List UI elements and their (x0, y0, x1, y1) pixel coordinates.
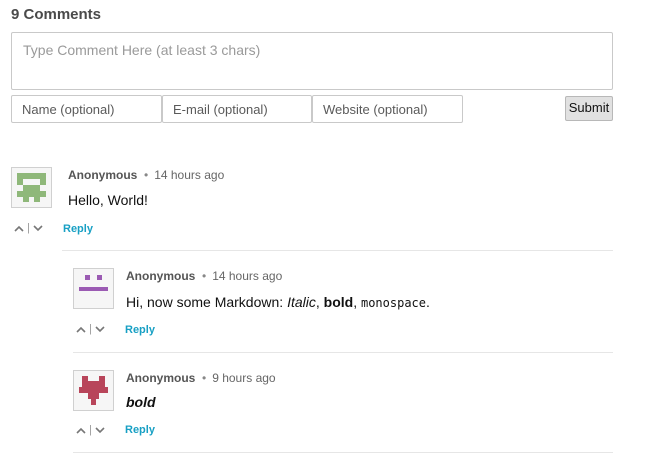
divider (62, 250, 613, 251)
comment-body: Hi, now some Markdown: Italic, bold, mon… (126, 294, 430, 310)
upvote-icon[interactable] (14, 225, 24, 232)
vote-controls: | (14, 222, 43, 234)
comment-body: bold (126, 394, 156, 410)
comment-time: • 14 hours ago (202, 269, 283, 283)
comment-textarea[interactable]: Type Comment Here (at least 3 chars) (11, 32, 613, 90)
comment-author: Anonymous (126, 371, 196, 385)
italic-text: Italic (287, 294, 316, 310)
downvote-icon[interactable] (33, 224, 43, 232)
avatar (73, 370, 114, 411)
divider (73, 452, 613, 453)
reply-link[interactable]: Reply (125, 324, 155, 336)
submit-button[interactable]: Submit (565, 96, 613, 121)
identicon-icon (17, 173, 46, 202)
vote-controls: | (76, 323, 105, 335)
website-input[interactable]: Website (optional) (312, 95, 463, 123)
downvote-icon[interactable] (95, 426, 105, 434)
email-input[interactable]: E-mail (optional) (162, 95, 312, 123)
comment-time: • 14 hours ago (144, 168, 225, 182)
comment-time: • 9 hours ago (202, 371, 276, 385)
comment-author: Anonymous (126, 269, 196, 283)
reply-link[interactable]: Reply (63, 223, 93, 235)
comment-author: Anonymous (68, 168, 138, 182)
avatar (73, 268, 114, 309)
comment-count: 9 Comments (11, 6, 102, 23)
reply-link[interactable]: Reply (125, 424, 155, 436)
avatar (11, 167, 52, 208)
monospace-text: monospace (360, 296, 426, 310)
divider (73, 352, 613, 353)
name-input[interactable]: Name (optional) (11, 95, 162, 123)
bold-text: bold (323, 294, 354, 310)
identicon-icon (79, 376, 108, 405)
comment-body: Hello, World! (68, 192, 148, 208)
downvote-icon[interactable] (95, 325, 105, 333)
upvote-icon[interactable] (76, 326, 86, 333)
vote-controls: | (76, 424, 105, 436)
upvote-icon[interactable] (76, 427, 86, 434)
identicon-icon (79, 275, 108, 291)
